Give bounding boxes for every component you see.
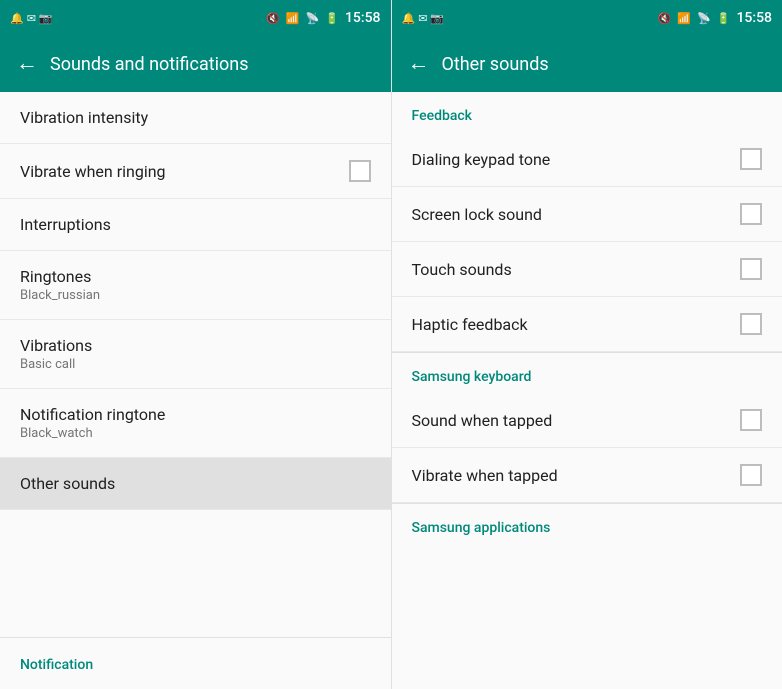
sound-when-tapped-checkbox[interactable]: [740, 409, 762, 431]
menu-item-vibrate-when-tapped[interactable]: Vibrate when tapped: [392, 448, 782, 503]
menu-item-interruptions[interactable]: Interruptions: [0, 199, 391, 251]
notification-ringtone-subtitle: Black_watch: [20, 426, 371, 441]
notification-icon-1: 🔔: [10, 12, 24, 25]
notification-ringtone-label: Notification ringtone: [20, 405, 165, 424]
left-header-title: Sounds and notifications: [50, 54, 249, 75]
mute-icon: 🔇: [266, 12, 280, 25]
r-mute-icon: 🔇: [658, 12, 672, 25]
r-wifi-icon: 📶: [677, 12, 691, 25]
right-header-title: Other sounds: [442, 54, 549, 75]
menu-item-notification-ringtone[interactable]: Notification ringtone Black_watch: [0, 389, 391, 458]
r-notification-icon-1: 🔔: [402, 12, 416, 25]
left-status-right: 🔇 📶 📡 🔋 15:58: [266, 10, 380, 26]
notification-icon-2: ✉: [27, 12, 36, 25]
r-notification-icon-2: ✉: [418, 12, 427, 25]
r-notification-icon-3: 📷: [430, 12, 444, 25]
right-content: Feedback Dialing keypad tone Screen lock…: [392, 92, 782, 689]
vibrate-ringing-label: Vibrate when ringing: [20, 162, 166, 181]
sound-when-tapped-label: Sound when tapped: [412, 411, 553, 430]
touch-sounds-checkbox[interactable]: [740, 258, 762, 280]
menu-item-ringtones[interactable]: Ringtones Black_russian: [0, 251, 391, 320]
right-status-bar: 🔔 ✉ 📷 🔇 📶 📡 🔋 15:58: [392, 0, 782, 36]
vibration-intensity-label: Vibration intensity: [20, 108, 148, 127]
screen-lock-sound-checkbox[interactable]: [740, 203, 762, 225]
haptic-feedback-label: Haptic feedback: [412, 315, 528, 334]
vibrations-label: Vibrations: [20, 336, 92, 355]
dialing-keypad-tone-checkbox[interactable]: [740, 148, 762, 170]
vibrations-subtitle: Basic call: [20, 357, 371, 372]
vibrate-when-tapped-checkbox[interactable]: [740, 464, 762, 486]
dialing-keypad-tone-label: Dialing keypad tone: [412, 150, 551, 169]
left-back-button[interactable]: ←: [16, 53, 38, 75]
right-status-icons: 🔔 ✉ 📷: [402, 12, 445, 25]
vibrate-ringing-checkbox[interactable]: [349, 160, 371, 182]
samsung-applications-section-label: Samsung applications: [392, 504, 782, 544]
r-signal-icon: 📡: [697, 12, 711, 25]
menu-item-dialing-keypad-tone[interactable]: Dialing keypad tone: [392, 132, 782, 187]
left-status-bar: 🔔 ✉ 📷 🔇 📶 📡 🔋 15:58: [0, 0, 391, 36]
battery-icon: 🔋: [325, 12, 339, 25]
menu-item-vibrations[interactable]: Vibrations Basic call: [0, 320, 391, 389]
screen-lock-sound-label: Screen lock sound: [412, 205, 542, 224]
right-header: ← Other sounds: [392, 36, 782, 92]
samsung-keyboard-section-label: Samsung keyboard: [392, 353, 782, 393]
ringtones-subtitle: Black_russian: [20, 288, 371, 303]
right-status-right: 🔇 📶 📡 🔋 15:58: [658, 10, 772, 26]
menu-item-sound-when-tapped[interactable]: Sound when tapped: [392, 393, 782, 448]
interruptions-label: Interruptions: [20, 215, 111, 234]
signal-icon: 📡: [306, 12, 320, 25]
r-battery-icon: 🔋: [717, 12, 731, 25]
other-sounds-label: Other sounds: [20, 474, 115, 493]
menu-item-touch-sounds[interactable]: Touch sounds: [392, 242, 782, 297]
menu-item-vibrate-ringing[interactable]: Vibrate when ringing: [0, 144, 391, 199]
menu-item-haptic-feedback[interactable]: Haptic feedback: [392, 297, 782, 352]
wifi-icon: 📶: [286, 12, 300, 25]
feedback-section-label: Feedback: [392, 92, 782, 132]
touch-sounds-label: Touch sounds: [412, 260, 512, 279]
right-back-button[interactable]: ←: [408, 53, 430, 75]
left-header: ← Sounds and notifications: [0, 36, 391, 92]
vibrate-when-tapped-label: Vibrate when tapped: [412, 466, 558, 485]
haptic-feedback-checkbox[interactable]: [740, 313, 762, 335]
left-status-icons: 🔔 ✉ 📷: [10, 12, 53, 25]
right-time: 15:58: [736, 10, 772, 26]
left-panel: 🔔 ✉ 📷 🔇 📶 📡 🔋 15:58 ← Sounds and notific…: [0, 0, 391, 689]
left-content: Vibration intensity Vibrate when ringing…: [0, 92, 391, 637]
menu-item-other-sounds[interactable]: Other sounds: [0, 458, 391, 510]
left-bottom-nav[interactable]: Notification: [0, 637, 391, 689]
menu-item-screen-lock-sound[interactable]: Screen lock sound: [392, 187, 782, 242]
left-time: 15:58: [345, 10, 381, 26]
menu-item-vibration-intensity[interactable]: Vibration intensity: [0, 92, 391, 144]
notification-nav-label: Notification: [20, 657, 93, 673]
notification-icon-3: 📷: [39, 12, 53, 25]
right-panel: 🔔 ✉ 📷 🔇 📶 📡 🔋 15:58 ← Other sounds Feedb…: [391, 0, 782, 689]
ringtones-label: Ringtones: [20, 267, 91, 286]
